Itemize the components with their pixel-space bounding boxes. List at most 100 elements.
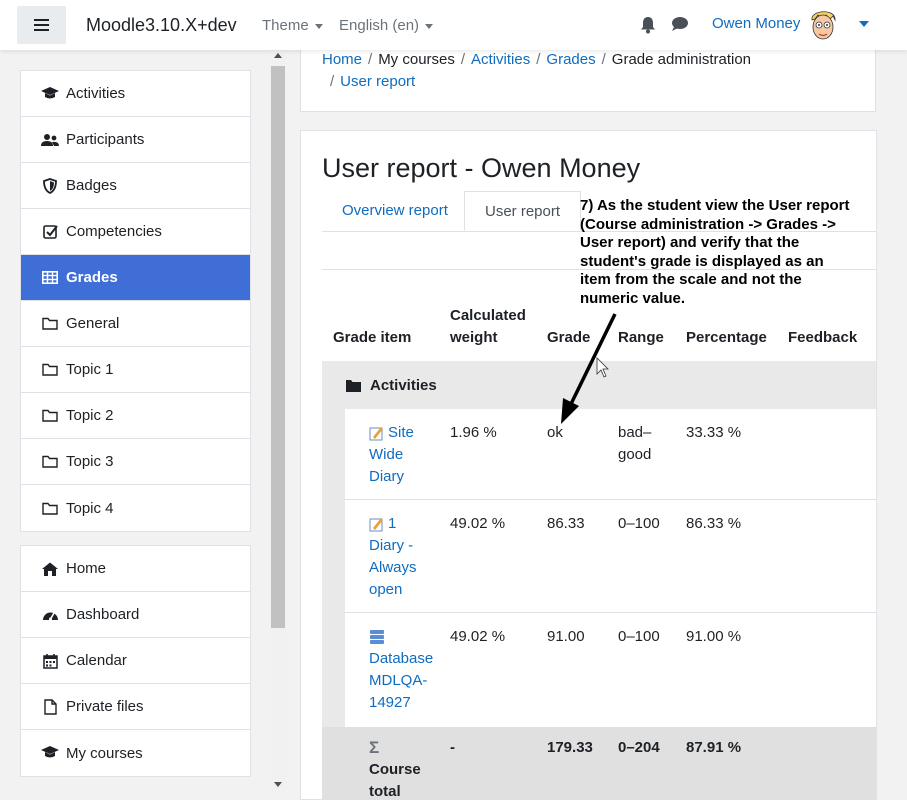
breadcrumb-my-courses[interactable]: My courses [378,51,455,68]
sidebar-item-topic-3[interactable]: Topic 3 [21,439,250,485]
grade-item-diary-always-open[interactable]: 1 Diary - Always open [369,513,417,601]
sidebar-item-dashboard[interactable]: Dashboard [21,592,250,638]
weight-cell: 49.02 % [450,628,506,645]
weight-cell: 1.96 % [450,424,497,441]
breadcrumb-grades[interactable]: Grades [546,51,595,68]
site-brand[interactable]: Moodle3.10.X+dev [86,15,237,36]
shield-icon [41,177,59,195]
total-grade: 179.33 [547,739,593,756]
breadcrumb-activities[interactable]: Activities [471,51,530,68]
nav-item-label: Topic 3 [66,453,114,470]
scroll-up-arrow-icon[interactable] [274,53,282,58]
sidebar-item-participants[interactable]: Participants [21,117,250,163]
weight-cell: 49.02 % [450,515,506,532]
breadcrumb-user-report[interactable]: User report [340,73,415,90]
sidebar-item-calendar[interactable]: Calendar [21,638,250,684]
table-row: Site Wide Diary 1.96 % ok bad– good 33.33… [345,409,876,500]
language-menu[interactable]: English (en) [339,17,434,34]
site-nav-group: Home Dashboard Calendar Private files My cou… [20,545,251,777]
total-percentage: 87.91 % [686,739,742,756]
sidebar-item-grades[interactable]: Grades [21,255,250,301]
nav-item-label: My courses [66,744,143,762]
grade-cell: ok [547,424,563,441]
nav-item-label: Calendar [66,652,127,669]
chevron-down-icon[interactable] [859,21,869,27]
user-menu-name[interactable]: Owen Money [712,15,800,32]
range-cell: 0–100 [618,628,660,645]
scroll-down-arrow-icon[interactable] [274,782,282,787]
table-icon [41,269,59,287]
range-cell: bad– good [618,424,652,463]
sidebar-item-badges[interactable]: Badges [21,163,250,209]
tab-overview-report[interactable]: Overview report [322,191,468,231]
sidebar-item-general[interactable]: General [21,301,250,347]
folder-icon [41,499,59,517]
breadcrumb-home[interactable]: Home [322,51,362,68]
sidebar-item-topic-2[interactable]: Topic 2 [21,393,250,439]
grade-item-site-wide-diary[interactable]: Site Wide Diary [369,422,414,488]
breadcrumb-grade-administration: Grade administration [611,51,752,68]
sidebar-item-home[interactable]: Home [21,546,250,592]
folder-icon [41,407,59,425]
dashboard-icon [41,606,59,624]
top-navbar: Moodle3.10.X+dev Theme English (en) Owen… [0,0,907,50]
category-name: Activities [370,377,437,394]
course-total-row: Σ Course total - 179.33 0–204 87.91 % [322,727,876,800]
percentage-cell: 86.33 % [686,515,742,532]
graduation-cap-icon [41,744,59,762]
avatar[interactable] [806,8,840,44]
grade-item-database[interactable]: Database MDLQA- 14927 [369,626,433,714]
course-nav-group: Activities Participants Badges Competencies… [20,70,251,532]
sidebar-item-my-courses[interactable]: My courses [21,730,250,776]
sidebar-item-competencies[interactable]: Competencies [21,209,250,255]
bell-icon[interactable] [640,16,656,34]
grade-cell: 86.33 [547,515,585,532]
sigma-icon: Σ [369,738,380,757]
drawer-toggle-button[interactable] [17,6,66,44]
folder-icon [41,315,59,333]
sidebar-item-topic-4[interactable]: Topic 4 [21,485,250,531]
category-indent [322,409,345,727]
page-title: User report - Owen Money [322,153,641,183]
users-icon [41,131,59,149]
chat-icon[interactable] [671,16,689,32]
annotation-note: 7) As the student view the User report (… [580,197,850,307]
sidebar-item-topic-1[interactable]: Topic 1 [21,347,250,393]
drawer-scrollbar-thumb[interactable] [271,66,285,628]
header-calculated-weight: Calculated weight [450,307,526,346]
header-grade-item: Grade item [333,329,412,346]
home-icon [41,560,59,578]
header-grade: Grade [547,329,591,346]
nav-item-label: Topic 1 [66,361,114,378]
nav-item-label: Grades [66,269,118,286]
file-icon [41,698,59,716]
range-cell: 0–100 [618,515,660,532]
graduation-cap-icon [41,85,59,103]
folder-icon [346,380,361,392]
check-square-icon [41,223,59,241]
table-row: Database MDLQA- 14927 49.02 % 91.00 0–10… [345,613,876,727]
sidebar-item-private-files[interactable]: Private files [21,684,250,730]
nav-item-label: Competencies [66,223,162,240]
nav-item-label: Dashboard [66,606,140,623]
nav-item-label: Home [66,560,107,577]
nav-item-label: General [66,315,120,332]
sidebar-item-activities[interactable]: Activities [21,71,250,117]
total-range: 0–204 [618,739,660,756]
diary-icon [369,427,383,441]
theme-menu[interactable]: Theme [262,17,323,34]
folder-icon [41,361,59,379]
chevron-down-icon [425,23,434,29]
course-total-label: Course total [369,761,421,800]
grade-cell: 91.00 [547,628,585,645]
total-weight: - [450,739,455,756]
nav-item-label: Topic 2 [66,407,114,424]
diary-icon [369,518,383,532]
header-percentage: Percentage [686,329,767,346]
category-row: Activities [322,361,876,409]
breadcrumb: Home / My courses / Activities / Grades / Grade … [322,51,752,90]
table-row: 1 Diary - Always open 49.02 % 86.33 0–10… [345,500,876,613]
percentage-cell: 91.00 % [686,628,742,645]
tab-user-report[interactable]: User report [464,191,582,231]
chevron-down-icon [314,23,323,29]
